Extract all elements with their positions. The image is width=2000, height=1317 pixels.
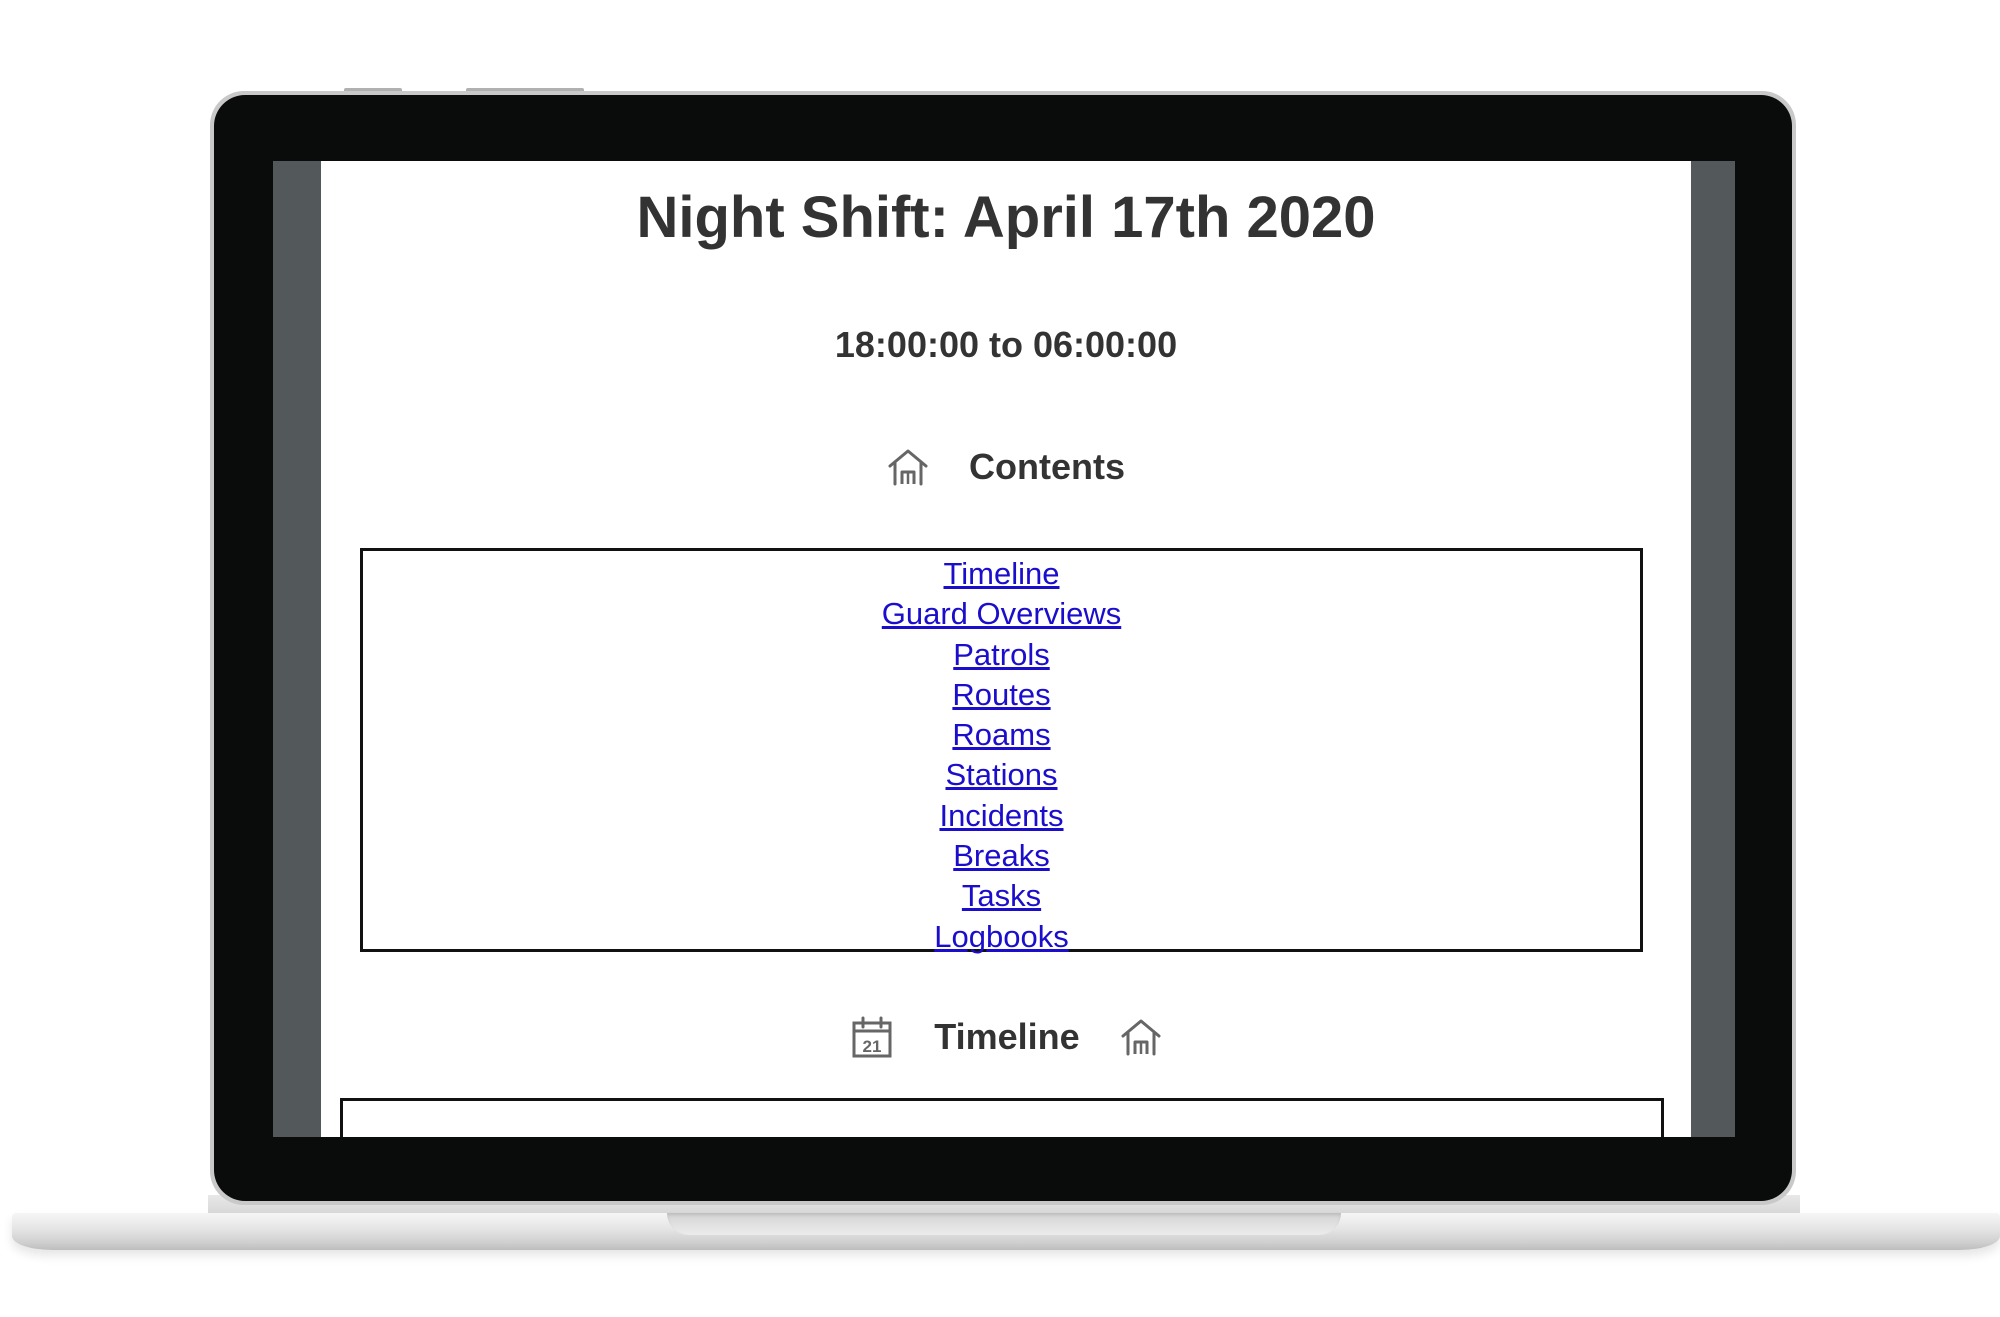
contents-heading: Contents bbox=[321, 443, 1691, 491]
timeline-heading-label: Timeline bbox=[934, 1016, 1080, 1057]
home-icon[interactable] bbox=[1120, 1017, 1162, 1057]
timeline-panel bbox=[340, 1098, 1664, 1137]
contents-link-stations[interactable]: Stations bbox=[363, 755, 1640, 795]
timeline-heading: 21 Timeline bbox=[321, 1013, 1691, 1061]
laptop-notch bbox=[667, 1213, 1341, 1235]
contents-link-patrols[interactable]: Patrols bbox=[363, 635, 1640, 675]
contents-link-logbooks[interactable]: Logbooks bbox=[363, 917, 1640, 957]
contents-link-guard-overviews[interactable]: Guard Overviews bbox=[363, 594, 1640, 634]
page-title: Night Shift: April 17th 2020 bbox=[636, 185, 1376, 250]
contents-link-roams[interactable]: Roams bbox=[363, 715, 1640, 755]
calendar-day: 21 bbox=[863, 1037, 882, 1056]
laptop-mockup: Night Shift: April 17th 2020 18:00:00 to… bbox=[0, 0, 2000, 1317]
contents-list: Timeline Guard Overviews Patrols Routes … bbox=[360, 548, 1643, 954]
contents-link-tasks[interactable]: Tasks bbox=[363, 876, 1640, 916]
contents-link-breaks[interactable]: Breaks bbox=[363, 836, 1640, 876]
contents-heading-label: Contents bbox=[969, 446, 1125, 487]
calendar-icon: 21 bbox=[850, 1015, 894, 1059]
contents-link-incidents[interactable]: Incidents bbox=[363, 796, 1640, 836]
contents-link-timeline[interactable]: Timeline bbox=[363, 554, 1640, 594]
report-page: Night Shift: April 17th 2020 18:00:00 to… bbox=[321, 161, 1691, 1137]
contents-link-routes[interactable]: Routes bbox=[363, 675, 1640, 715]
shift-hours: 18:00:00 to 06:00:00 bbox=[834, 324, 1178, 365]
browser-viewport[interactable]: Night Shift: April 17th 2020 18:00:00 to… bbox=[273, 161, 1735, 1137]
home-icon[interactable] bbox=[887, 447, 929, 487]
